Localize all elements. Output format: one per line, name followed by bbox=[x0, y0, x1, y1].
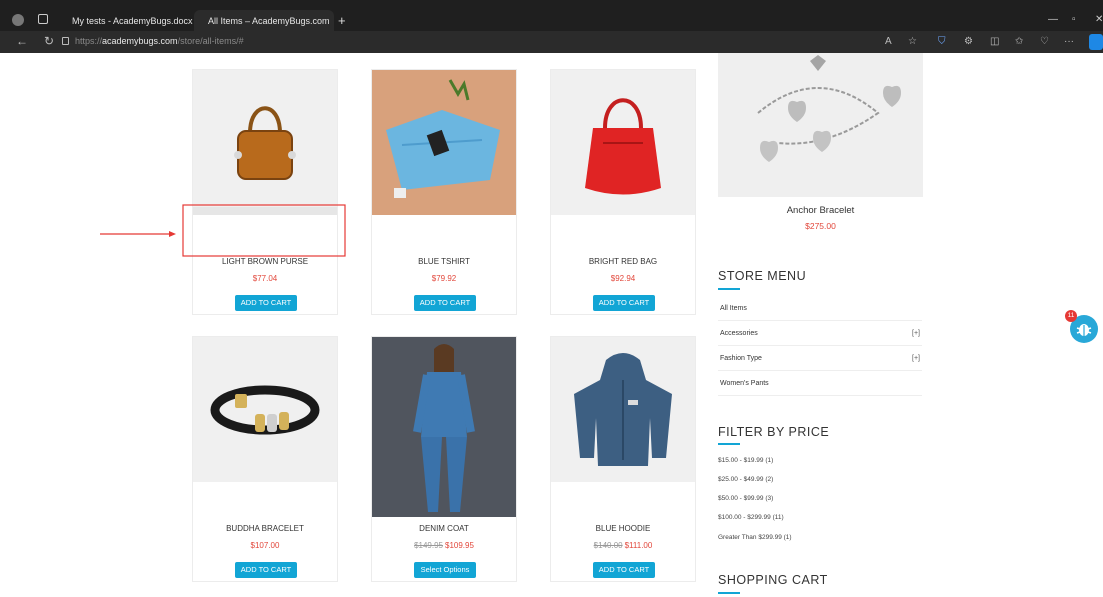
menu-item-label: All Items bbox=[720, 305, 747, 312]
product-price: $140.00 $111.00 bbox=[551, 541, 695, 550]
store-menu-title: STORE MENU bbox=[718, 269, 807, 283]
product-card[interactable]: BUDDHA BRACELET $107.00 ADD TO CART bbox=[192, 336, 338, 582]
price-original: $149.95 bbox=[414, 541, 443, 550]
product-card[interactable]: BLUE HOODIE $140.00 $111.00 ADD TO CART bbox=[550, 336, 696, 582]
price-original: $140.00 bbox=[593, 541, 623, 550]
product-image[interactable] bbox=[372, 337, 516, 517]
price-filter-link[interactable]: $50.00 - $99.99 (3) bbox=[718, 495, 773, 502]
price-filter-link[interactable]: Greater Than $299.99 (1) bbox=[718, 534, 792, 541]
product-price: $107.00 bbox=[193, 541, 337, 550]
menu-item-label: Women's Pants bbox=[720, 380, 769, 387]
expand-toggle[interactable]: [+] bbox=[912, 346, 920, 371]
price-current: $109.95 bbox=[445, 541, 474, 550]
add-to-cart-button[interactable]: ADD TO CART bbox=[593, 562, 655, 578]
filter-by-price-title: FILTER BY PRICE bbox=[718, 425, 830, 439]
menu-item-all-items[interactable]: All Items bbox=[718, 296, 922, 321]
menu-item-label: Accessories bbox=[720, 330, 758, 337]
buddha-bracelet-image bbox=[210, 385, 320, 434]
price-filter-link[interactable]: $25.00 - $49.99 (2) bbox=[718, 476, 773, 483]
bug-report-widget[interactable]: 11 bbox=[1065, 310, 1099, 344]
product-name[interactable]: DENIM COAT bbox=[372, 524, 516, 533]
product-price: $149.95 $109.95 bbox=[372, 541, 516, 550]
filter-underline bbox=[718, 443, 740, 445]
product-card[interactable]: DENIM COAT $149.95 $109.95 Select Options bbox=[371, 336, 517, 582]
shopping-cart-title: SHOPPING CART bbox=[718, 573, 828, 587]
product-name[interactable]: BLUE HOODIE bbox=[551, 524, 695, 533]
shopping-cart-underline bbox=[718, 592, 740, 594]
price-filter-link[interactable]: $100.00 - $299.99 (11) bbox=[718, 514, 784, 521]
menu-item-label: Fashion Type bbox=[720, 355, 762, 362]
expand-toggle[interactable]: [+] bbox=[912, 321, 920, 346]
price-filter-link[interactable]: $15.00 - $19.99 (1) bbox=[718, 457, 773, 464]
menu-item-accessories[interactable]: Accessories [+] bbox=[718, 321, 922, 346]
price-current: $107.00 bbox=[250, 541, 280, 550]
price-current: $111.00 bbox=[624, 541, 653, 550]
select-options-button[interactable]: Select Options bbox=[414, 562, 476, 578]
store-menu-underline bbox=[718, 288, 740, 290]
menu-item-fashion-type[interactable]: Fashion Type [+] bbox=[718, 346, 922, 371]
product-image[interactable] bbox=[551, 337, 695, 482]
add-to-cart-button[interactable]: ADD TO CART bbox=[235, 562, 297, 578]
denim-coat-image bbox=[372, 337, 516, 517]
product-image[interactable] bbox=[193, 337, 337, 482]
blue-hoodie-image bbox=[574, 352, 672, 466]
bug-count-badge: 11 bbox=[1065, 310, 1077, 322]
menu-item-womens-pants[interactable]: Women's Pants bbox=[718, 371, 922, 396]
product-name[interactable]: BUDDHA BRACELET bbox=[193, 524, 337, 533]
